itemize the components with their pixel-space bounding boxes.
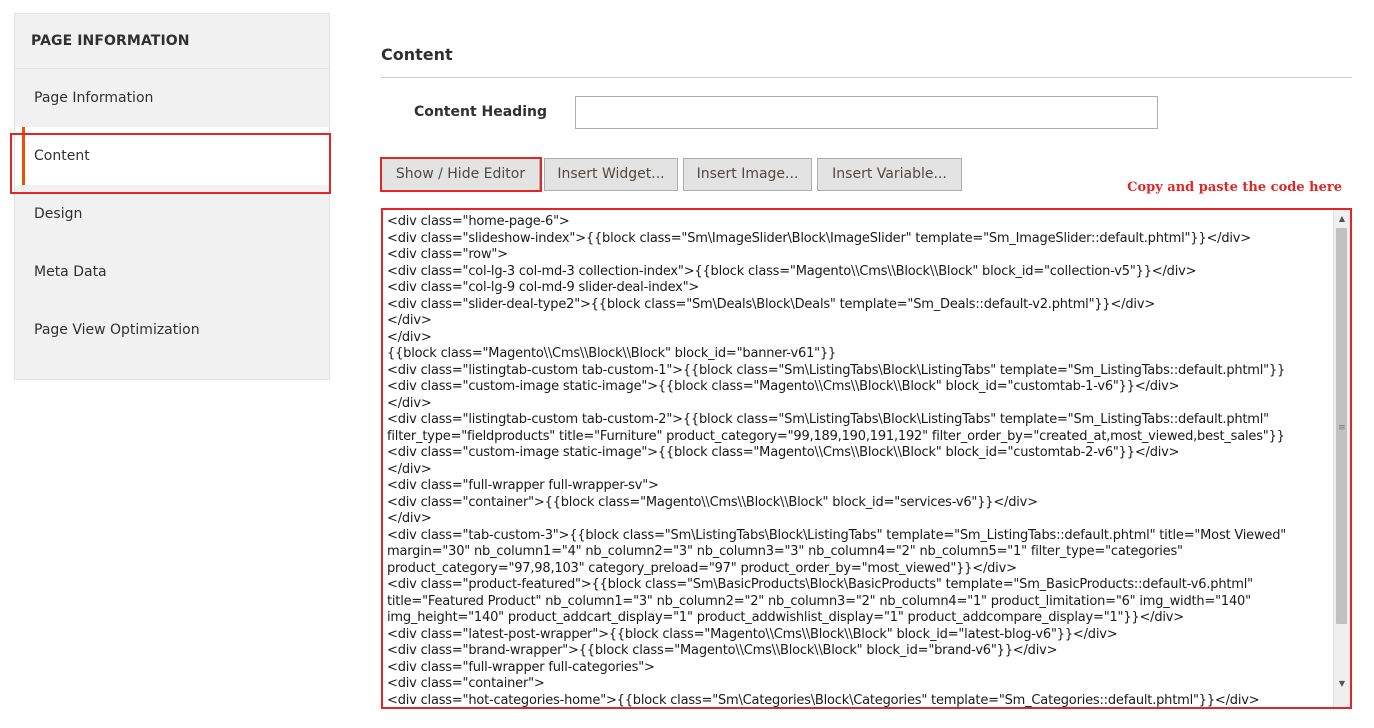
editor-line: filter_type="fieldproducts" title="Furni… bbox=[387, 428, 1285, 444]
sidebar-item-meta-data[interactable]: Meta Data bbox=[15, 243, 329, 301]
content-editor-text[interactable]: <div class="home-page-6"> <div class="sli… bbox=[387, 214, 1332, 707]
editor-line: <div class="container"> bbox=[387, 676, 545, 691]
insert-image-button[interactable]: Insert Image... bbox=[683, 158, 812, 191]
editor-line: {{block class="Magento\\Cms\\Block\\Bloc… bbox=[387, 346, 837, 361]
editor-line: <div class="brand-wrapper">{{block class… bbox=[387, 643, 1058, 658]
editor-line: <div class="full-wrapper full-wrapper-sv… bbox=[387, 478, 659, 493]
content-heading-input[interactable] bbox=[575, 96, 1158, 129]
insert-widget-button[interactable]: Insert Widget... bbox=[544, 158, 678, 191]
editor-line: </div> bbox=[387, 395, 432, 411]
sidebar-item-page-view-optimization[interactable]: Page View Optimization bbox=[15, 301, 329, 359]
editor-line: <div class="listingtab-custom tab-custom… bbox=[387, 412, 1269, 427]
editor-line: <div class="slideshow-index">{{block cla… bbox=[387, 230, 1251, 246]
editor-line: <div class="listingtab-custom tab-custom… bbox=[387, 362, 1286, 378]
editor-line: <div class="col-lg-9 col-md-9 slider-dea… bbox=[387, 280, 700, 295]
editor-line: </div> bbox=[387, 329, 432, 345]
editor-line: img_height="140" product_addcart_display… bbox=[387, 610, 1184, 625]
editor-line: <div class="custom-image static-image">{… bbox=[387, 379, 1180, 394]
editor-line: <div class="product-featured">{{block cl… bbox=[387, 577, 1253, 592]
editor-line: <div class="slider-deal-type2">{{block c… bbox=[387, 296, 1156, 312]
insert-variable-button[interactable]: Insert Variable... bbox=[817, 158, 962, 191]
editor-line: margin="30" nb_column1="4" nb_column2="3… bbox=[387, 544, 1183, 559]
editor-line: <div class="latest-post-wrapper">{{block… bbox=[387, 626, 1118, 642]
editor-line: <div class="container">{{block class="Ma… bbox=[387, 494, 1038, 510]
sidebar-title: PAGE INFORMATION bbox=[15, 14, 329, 69]
section-divider bbox=[381, 77, 1352, 78]
sidebar-item-design[interactable]: Design bbox=[15, 185, 329, 243]
content-editor[interactable]: <div class="home-page-6"> <div class="sli… bbox=[381, 208, 1352, 709]
content-heading-label: Content Heading bbox=[413, 104, 547, 120]
editor-line: <div class="tab-custom-3">{{block class=… bbox=[387, 527, 1287, 543]
sidebar-item-content[interactable]: Content bbox=[15, 127, 329, 185]
editor-line: <div class="row"> bbox=[387, 247, 508, 262]
editor-line: </div> bbox=[387, 511, 432, 526]
editor-line: <div class="hot-categories-home">{{block… bbox=[387, 692, 1260, 708]
editor-line: <div class="col-lg-3 col-md-3 collection… bbox=[387, 263, 1197, 279]
scroll-thumb[interactable]: ≡ bbox=[1336, 228, 1347, 624]
scroll-down-icon[interactable]: ▼ bbox=[1334, 676, 1350, 692]
paste-code-annotation: Copy and paste the code here bbox=[1127, 180, 1342, 195]
editor-scrollbar[interactable]: ▲ ≡ ▼ bbox=[1333, 210, 1350, 707]
grip-icon: ≡ bbox=[1338, 423, 1346, 433]
editor-line: title="Featured Product" nb_column1="3" … bbox=[387, 593, 1251, 609]
section-title: Content bbox=[381, 45, 453, 64]
editor-line: <div class="home-page-6"> bbox=[387, 214, 570, 229]
editor-line: </div> bbox=[387, 461, 432, 477]
sidebar-item-page-information[interactable]: Page Information bbox=[15, 69, 329, 127]
scroll-up-icon[interactable]: ▲ bbox=[1334, 211, 1350, 227]
editor-line: product_category="97,98,103" category_pr… bbox=[387, 560, 1017, 576]
editor-line: </div> bbox=[387, 313, 432, 328]
page-sidebar: PAGE INFORMATION Page Information Conten… bbox=[14, 13, 330, 380]
editor-line: <div class="full-wrapper full-categories… bbox=[387, 659, 655, 675]
show-hide-editor-button[interactable]: Show / Hide Editor bbox=[381, 158, 540, 191]
editor-line: <div class="custom-image static-image">{… bbox=[387, 445, 1180, 460]
